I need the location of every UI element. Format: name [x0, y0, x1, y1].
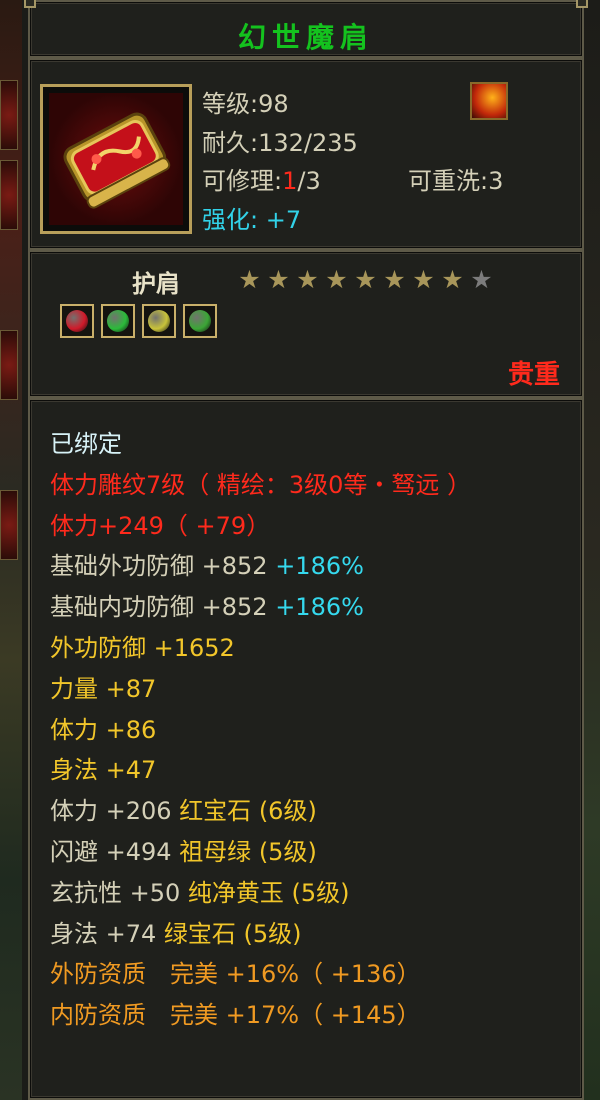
item-name: 幻世魔肩 [237, 21, 374, 54]
item-type: 护肩 [132, 270, 180, 298]
attribute-line: 基础内功防御 +852 +186% [50, 587, 471, 628]
attribute-extra: 绿宝石 (5级) [163, 919, 302, 948]
attribute-text: 基础外功防御 +852 [50, 552, 276, 581]
attribute-text: 内防资质 完美 +17%（ +145） [50, 1001, 421, 1030]
star-filled-icon: ★ [325, 265, 348, 294]
level-stat: 等级:98 [202, 84, 289, 119]
rewash-separator: : [480, 167, 489, 195]
shoulder-pad-icon-svg [63, 112, 171, 209]
star-filled-icon: ★ [383, 265, 406, 294]
item-tooltip: 幻世魔肩 等级:98 耐久:132/235 可修理:1/3 可重洗:3 强化: … [18, 0, 590, 1100]
item-type-panel: 护肩 ★ ★ ★ ★ ★ ★ ★ ★ ★ 贵重 [28, 250, 584, 398]
attribute-extra: +186% [275, 593, 364, 622]
attribute-text: 体力雕纹7级（ 精绘：3级0等・驽远 ） [50, 470, 472, 499]
attributes-panel: 已绑定体力雕纹7级（ 精绘：3级0等・驽远 ） 体力+249（ +79） 基础外功防… [28, 398, 584, 1100]
attribute-text: 基础内功防御 +852 [50, 593, 276, 622]
star-filled-icon: ★ [441, 265, 464, 294]
star-empty-icon: ★ [470, 265, 493, 294]
red-gem-icon [66, 310, 88, 332]
star-rating: ★ ★ ★ ★ ★ ★ ★ ★ ★ [236, 266, 495, 293]
attribute-list: 已绑定体力雕纹7级（ 精绘：3级0等・驽远 ） 体力+249（ +79） 基础外功防… [50, 424, 471, 1036]
attribute-text: 玄抗性 +50 [50, 878, 188, 907]
attribute-line: 外防资质 完美 +16%（ +136） [50, 954, 471, 995]
attribute-line: 内防资质 完美 +17%（ +145） [50, 995, 471, 1036]
attribute-text: 体力 +86 [50, 715, 157, 744]
attribute-text: 外功防御 +1652 [50, 633, 235, 662]
rarity-label: 贵重 [507, 360, 560, 390]
background-item-slot [0, 80, 18, 150]
level-separator: : [250, 90, 259, 118]
rewash-label: 可重洗 [408, 167, 480, 195]
item-icon-frame [40, 84, 192, 234]
repair-stat: 可修理:1/3 [202, 161, 321, 196]
star-filled-icon: ★ [412, 265, 435, 294]
rewash-stat: 可重洗:3 [408, 161, 503, 196]
level-label: 等级 [202, 90, 250, 118]
gem-slot[interactable] [183, 304, 217, 338]
rewash-value: 3 [488, 167, 504, 195]
yellow-gem-icon [148, 310, 170, 332]
gem-slots [60, 304, 217, 338]
attribute-line: 体力 +206 红宝石 (6级) [50, 791, 471, 832]
durability-value: 132/235 [258, 129, 358, 157]
durability-separator: : [250, 129, 259, 157]
flame-badge-icon [470, 82, 508, 120]
durability-stat: 耐久:132/235 [202, 123, 358, 158]
attribute-line: 闪避 +494 祖母绿 (5级) [50, 832, 471, 873]
star-filled-icon: ★ [267, 265, 290, 294]
repair-label: 可修理 [202, 167, 274, 195]
gem-slot[interactable] [142, 304, 176, 338]
attribute-line: 外功防御 +1652 [50, 628, 471, 669]
gem-slot[interactable] [101, 304, 135, 338]
frame-corner [576, 0, 588, 8]
background-item-slot [0, 490, 18, 560]
repair-current: 1 [282, 167, 298, 195]
enhance-stat: 强化: +7 [202, 200, 301, 235]
durability-label: 耐久 [202, 129, 250, 157]
star-filled-icon: ★ [354, 265, 377, 294]
attribute-line: 身法 +47 [50, 750, 471, 791]
shoulder-pad-icon [49, 93, 183, 225]
attribute-line: 体力 +86 [50, 710, 471, 751]
frame-corner [24, 0, 36, 8]
item-info-panel: 等级:98 耐久:132/235 可修理:1/3 可重洗:3 强化: +7 [28, 58, 584, 250]
gem-slot[interactable] [60, 304, 94, 338]
attribute-extra: 纯净黄玉 (5级) [187, 878, 350, 907]
attribute-text: 外防资质 完美 +16%（ +136） [50, 960, 421, 989]
green-gem-icon [107, 310, 129, 332]
attribute-text: 闪避 +494 [50, 837, 180, 866]
background-item-slot [0, 160, 18, 230]
attribute-line: 体力雕纹7级（ 精绘：3级0等・驽远 ） [50, 465, 471, 506]
attribute-line: 基础外功防御 +852 +186% [50, 546, 471, 587]
attribute-line: 身法 +74 绿宝石 (5级) [50, 914, 471, 955]
level-value: 98 [258, 90, 289, 118]
attribute-text: 身法 +74 [50, 919, 164, 948]
enhance-label: 强化: [202, 206, 259, 234]
attribute-extra: 祖母绿 (5级) [179, 837, 317, 866]
attribute-line: 已绑定 [50, 424, 471, 465]
background-item-slot [0, 330, 18, 400]
attribute-text: 身法 +47 [50, 756, 157, 785]
repair-separator: : [274, 167, 283, 195]
enhance-value: +7 [265, 206, 302, 234]
attribute-line: 力量 +87 [50, 669, 471, 710]
attribute-line: 体力+249（ +79） [50, 506, 471, 547]
repair-max: /3 [297, 167, 321, 195]
attribute-extra: 红宝石 (6级) [179, 797, 317, 826]
star-filled-icon: ★ [238, 265, 261, 294]
title-bar: 幻世魔肩 [28, 0, 584, 58]
attribute-line: 玄抗性 +50 纯净黄玉 (5级) [50, 873, 471, 914]
star-filled-icon: ★ [296, 265, 319, 294]
attribute-text: 体力 +206 [50, 797, 180, 826]
attribute-text: 已绑定 [50, 430, 122, 458]
attribute-text: 力量 +87 [50, 674, 157, 703]
attribute-text: 体力+249（ +79） [50, 511, 271, 540]
jade-gem-icon [189, 310, 211, 332]
attribute-extra: +186% [275, 552, 364, 581]
